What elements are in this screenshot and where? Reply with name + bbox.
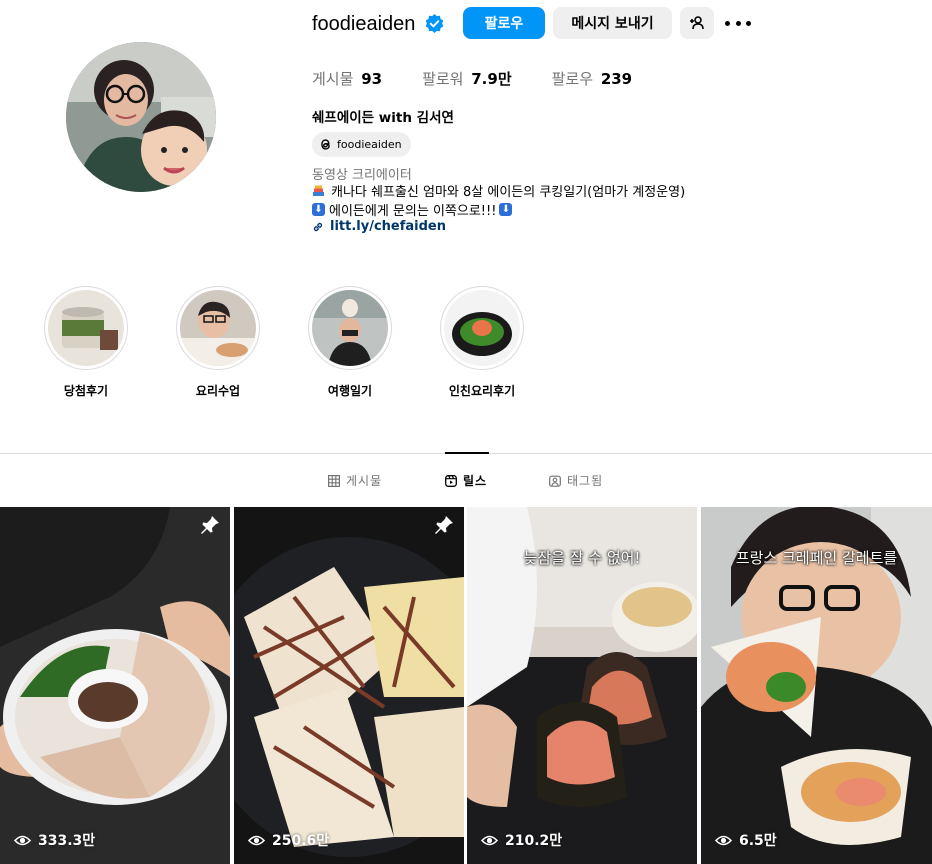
eye-icon: [248, 835, 265, 845]
down-arrow-emoji-icon: ⬇: [312, 203, 325, 216]
threads-icon: [321, 139, 330, 150]
stat-following-label: 팔로우: [551, 70, 594, 88]
highlight-cover: [312, 290, 388, 366]
profile-full-name: 쉐프에이든 with 김서연: [312, 110, 454, 126]
bio-text-1: 캐나다 쉐프출신 엄마와 8살 에이든의 쿠킹일기(엄마가 계정운영): [331, 185, 686, 200]
reel-tile[interactable]: 250.6만: [234, 507, 464, 864]
eye-icon: [481, 835, 498, 845]
reel-thumbnail: [0, 507, 230, 864]
reel-tile[interactable]: 333.3만: [0, 507, 230, 864]
reel-views: 333.3만: [14, 830, 95, 850]
highlight-item[interactable]: 인친요리후기: [440, 286, 524, 398]
highlight-ring: [308, 286, 392, 370]
reel-views: 6.5만: [715, 830, 777, 850]
pin-icon: [435, 516, 453, 534]
highlight-cover: [444, 290, 520, 366]
profile-stats: 게시물 93 팔로워 7.9만 팔로우 239: [312, 68, 672, 89]
reel-caption: 늦잠을 잘 수 없어!: [523, 549, 641, 567]
profile-link[interactable]: litt.ly/chefaiden: [312, 219, 446, 234]
stat-following-value: 239: [600, 70, 633, 88]
stat-posts-value: 93: [361, 70, 383, 88]
stat-followers[interactable]: 팔로워 7.9만: [422, 68, 512, 89]
eye-icon: [14, 835, 31, 845]
tab-reels[interactable]: 릴스: [445, 472, 487, 489]
highlight-item[interactable]: 요리수업: [176, 286, 260, 398]
dot-icon: [746, 20, 751, 26]
more-options-button[interactable]: [725, 12, 751, 34]
active-tab-indicator: [445, 452, 489, 454]
message-button[interactable]: 메시지 보내기: [553, 7, 672, 39]
highlight-label: 인친요리후기: [448, 384, 516, 398]
reel-tile[interactable]: 프랑스 크레페인 갈레트를 6.5만: [701, 507, 932, 864]
reel-thumbnail: [234, 507, 464, 864]
highlight-cover-image: [312, 290, 388, 366]
highlight-ring: [440, 286, 524, 370]
add-person-icon: [690, 16, 704, 30]
highlight-cover: [180, 290, 256, 366]
highlight-cover-image: [180, 290, 256, 366]
bio-line-2: ⬇ 에이든에게 문의는 이쪽으로!!! ⬇: [312, 200, 513, 219]
bio-line-1: 캐나다 쉐프출신 엄마와 8살 에이든의 쿠킹일기(엄마가 계정운영): [312, 181, 685, 200]
tab-posts[interactable]: 게시물: [328, 472, 382, 489]
threads-handle: foodieaiden: [337, 138, 402, 151]
tab-tagged-label: 태그됨: [567, 474, 604, 488]
reel-caption: 프랑스 크레페인 갈레트를: [735, 549, 898, 567]
profile-username: foodieaiden: [312, 13, 416, 35]
profile-link-text: litt.ly/chefaiden: [330, 219, 446, 234]
reel-views-count: 250.6만: [272, 833, 330, 849]
reel-views-count: 333.3만: [38, 833, 96, 849]
stat-followers-label: 팔로워: [422, 70, 464, 88]
stat-posts-label: 게시물: [312, 70, 354, 88]
avatar-photo: [66, 42, 216, 192]
highlight-cover-image: [444, 290, 520, 366]
bio-text-2: 에이든에게 문의는 이쪽으로!!!: [329, 204, 497, 219]
tagged-icon: [549, 475, 561, 487]
highlight-ring: [44, 286, 128, 370]
grid-icon: [328, 474, 340, 487]
highlight-item[interactable]: 당첨후기: [44, 286, 128, 398]
down-arrow-emoji-icon: ⬇: [499, 203, 513, 216]
stat-posts: 게시물 93: [312, 68, 382, 89]
tab-tagged[interactable]: 태그됨: [549, 472, 603, 489]
reel-views: 210.2만: [481, 830, 562, 850]
highlight-item[interactable]: 여행일기: [308, 286, 392, 398]
reel-tile[interactable]: 늦잠을 잘 수 없어! 210.2만: [467, 507, 697, 864]
highlight-ring: [176, 286, 260, 370]
eye-icon: [715, 835, 732, 845]
tab-posts-label: 게시물: [346, 474, 383, 488]
highlight-cover-image: [48, 290, 124, 366]
reels-icon: [445, 474, 457, 487]
reel-views-count: 6.5만: [739, 833, 777, 849]
highlight-label: 당첨후기: [63, 384, 109, 398]
books-emoji-icon: [313, 185, 324, 196]
follow-button[interactable]: 팔로우: [463, 7, 545, 39]
profile-avatar[interactable]: [66, 42, 216, 192]
stat-following[interactable]: 팔로우 239: [552, 68, 633, 89]
tab-reels-label: 릴스: [463, 474, 488, 488]
highlight-label: 여행일기: [327, 384, 373, 398]
stat-followers-value: 7.9만: [471, 70, 512, 88]
link-icon: [313, 222, 323, 231]
suggest-accounts-button[interactable]: [680, 7, 714, 39]
dot-icon: [725, 20, 730, 26]
threads-badge[interactable]: foodieaiden: [312, 132, 411, 157]
reel-views: 250.6만: [248, 830, 329, 850]
pin-icon: [201, 516, 219, 534]
dot-icon: [735, 20, 741, 26]
highlight-label: 요리수업: [195, 384, 241, 398]
highlight-cover: [48, 290, 124, 366]
reel-views-count: 210.2만: [505, 833, 563, 849]
verified-badge-icon: [425, 14, 444, 33]
